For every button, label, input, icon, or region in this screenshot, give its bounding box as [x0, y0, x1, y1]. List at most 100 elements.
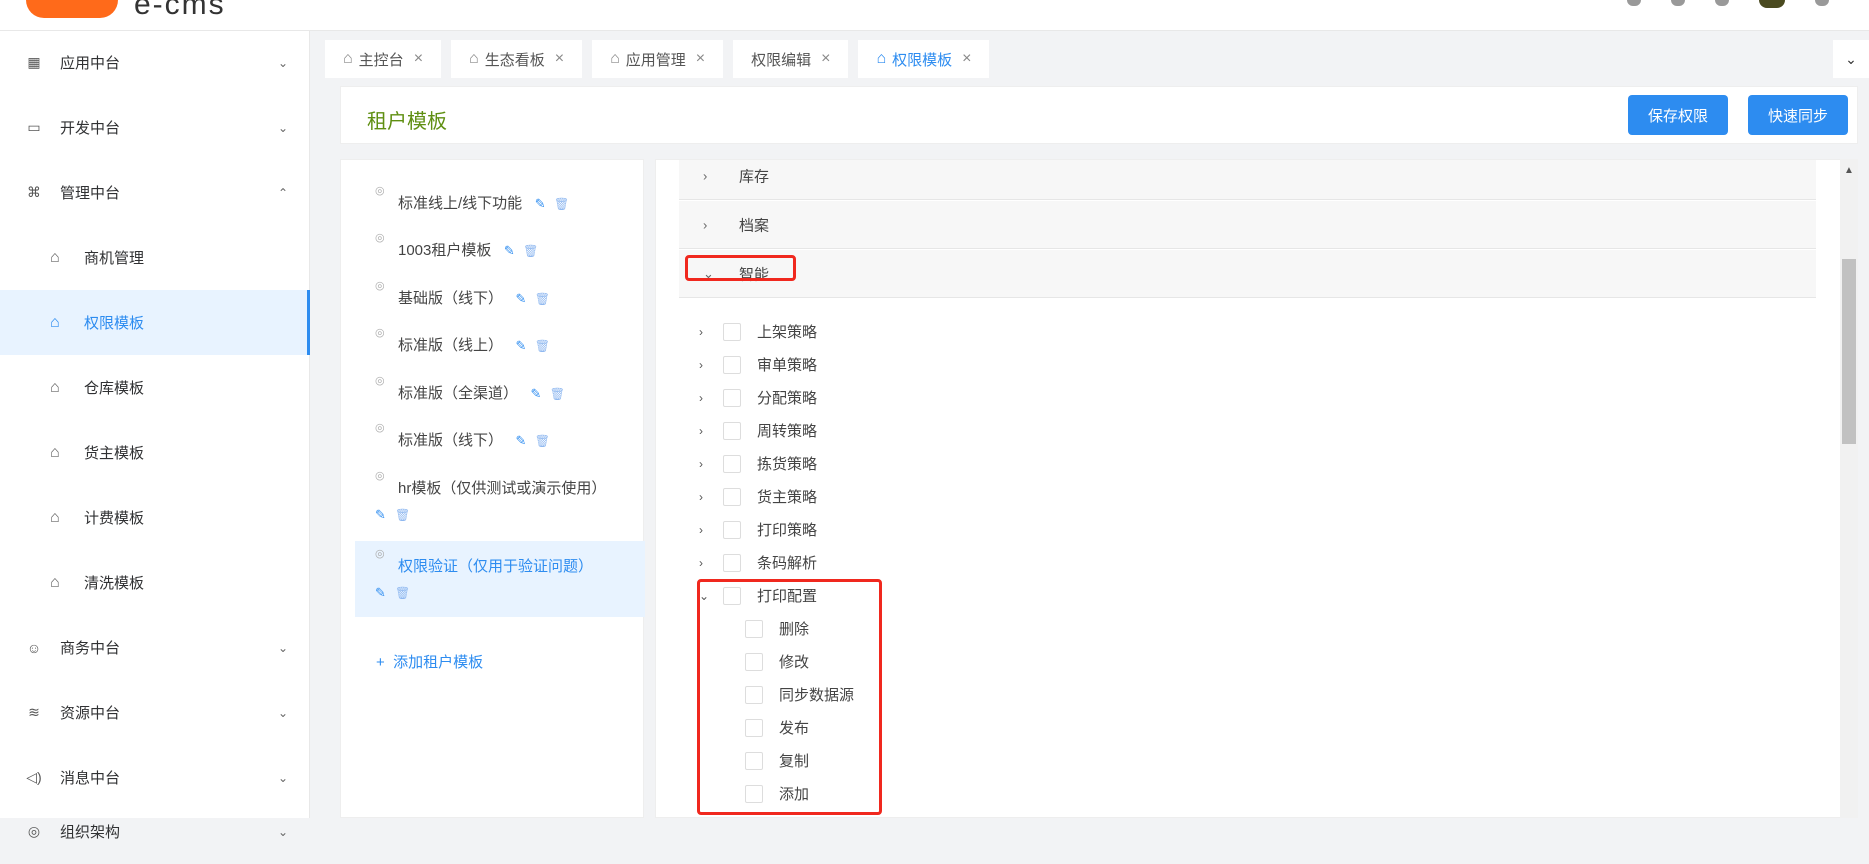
fullscreen-icon[interactable]	[1671, 0, 1685, 6]
category-row-smart[interactable]: ⌄ 智能	[679, 250, 1816, 298]
template-item[interactable]: ◎ 标准版（全渠道） ✎ 🗑	[355, 374, 645, 414]
sidebar-subitem-opportunity[interactable]: ⌂ 商机管理	[0, 225, 310, 290]
close-icon[interactable]: ×	[696, 50, 705, 68]
chevron-down-icon: ⌄	[277, 640, 288, 655]
edit-icon[interactable]: ✎	[516, 291, 527, 306]
tab-label: 权限编辑	[751, 51, 812, 69]
chevron-right-icon[interactable]: ›	[703, 217, 707, 232]
template-item-selected[interactable]: ◎ 权限验证（仅用于验证问题） ✎ 🗑	[355, 541, 645, 617]
help-icon[interactable]	[1627, 0, 1641, 6]
tree-node[interactable]: › 拣货策略	[699, 447, 817, 480]
tab-label: 权限模板	[892, 51, 953, 69]
tree-node[interactable]: › 打印策略	[699, 513, 817, 546]
edit-icon[interactable]: ✎	[516, 338, 527, 353]
tab-permission-edit[interactable]: 权限编辑 ×	[733, 40, 849, 78]
app-logo-text: e-cms	[134, 0, 226, 21]
scroll-up-icon[interactable]: ▲	[1840, 165, 1858, 176]
tree-node[interactable]: › 条码解析	[699, 546, 817, 579]
vertical-scrollbar[interactable]: ▲	[1840, 159, 1858, 818]
sidebar-subitem-label: 清洗模板	[84, 575, 145, 592]
edit-icon[interactable]: ✎	[375, 507, 386, 523]
category-row-archive[interactable]: › 档案	[679, 201, 1816, 249]
tree-node[interactable]: › 分配策略	[699, 381, 817, 414]
sidebar-item-org-structure[interactable]: ◎ 组织架构 ⌄	[0, 799, 310, 864]
checkbox[interactable]	[723, 355, 741, 374]
delete-icon[interactable]: 🗑	[554, 197, 569, 211]
delete-icon[interactable]: 🗑	[535, 339, 550, 353]
delete-icon[interactable]: 🗑	[535, 292, 550, 306]
checkbox[interactable]	[723, 487, 741, 506]
close-icon[interactable]: ×	[821, 50, 830, 68]
tree-node[interactable]: › 审单策略	[699, 348, 817, 381]
edit-icon[interactable]: ✎	[504, 243, 515, 258]
tab-eco-board[interactable]: ⌂ 生态看板 ×	[451, 40, 583, 78]
template-item[interactable]: ◎ 标准版（线上） ✎ 🗑	[355, 326, 645, 366]
avatar[interactable]	[1759, 0, 1785, 8]
close-icon[interactable]: ×	[555, 50, 564, 68]
user-menu-icon[interactable]	[1815, 0, 1829, 6]
checkbox[interactable]	[723, 454, 741, 473]
chevron-right-icon[interactable]: ›	[699, 523, 723, 537]
checkbox[interactable]	[723, 520, 741, 539]
tree-node-label: 拣货策略	[757, 456, 818, 473]
sidebar-item-resource-center[interactable]: ≋ 资源中台 ⌄	[0, 680, 310, 745]
edit-icon[interactable]: ✎	[531, 386, 542, 401]
module-icon: ⌂	[876, 50, 887, 67]
sidebar-item-dev-center[interactable]: ▭ 开发中台 ⌄	[0, 95, 310, 160]
chevron-right-icon[interactable]: ›	[699, 391, 723, 405]
sidebar-subitem-label: 货主模板	[84, 445, 145, 462]
edit-icon[interactable]: ✎	[375, 585, 386, 601]
scrollbar-thumb[interactable]	[1842, 259, 1856, 444]
template-item[interactable]: ◎ 标准线上/线下功能 ✎ 🗑	[355, 184, 645, 224]
delete-icon[interactable]: 🗑	[550, 387, 565, 401]
close-icon[interactable]: ×	[414, 50, 423, 68]
edit-icon[interactable]: ✎	[535, 196, 546, 211]
quick-sync-button[interactable]: 快速同步	[1748, 95, 1848, 135]
chevron-right-icon[interactable]: ›	[699, 325, 723, 339]
checkbox[interactable]	[723, 322, 741, 341]
category-row-inventory[interactable]: › 库存	[679, 160, 1816, 200]
sidebar-item-app-center[interactable]: ▦ 应用中台 ⌄	[0, 30, 310, 95]
chevron-right-icon[interactable]: ›	[699, 358, 723, 372]
notification-icon[interactable]	[1715, 0, 1729, 6]
sidebar-subitem-warehouse-template[interactable]: ⌂ 仓库模板	[0, 355, 310, 420]
chevron-right-icon[interactable]: ›	[699, 424, 723, 438]
tab-app-management[interactable]: ⌂ 应用管理 ×	[592, 40, 724, 78]
delete-icon[interactable]: 🗑	[535, 434, 550, 448]
delete-icon[interactable]: 🗑	[523, 244, 538, 258]
chevron-right-icon[interactable]: ›	[703, 168, 707, 183]
sidebar-subitem-cleaning-template[interactable]: ⌂ 清洗模板	[0, 550, 310, 615]
template-item[interactable]: ◎ hr模板（仅供测试或演示使用） ✎ 🗑	[355, 469, 645, 539]
checkbox[interactable]	[723, 421, 741, 440]
tree-node[interactable]: › 周转策略	[699, 414, 817, 447]
tree-node-label: 审单策略	[757, 357, 818, 374]
sidebar-subitem-permission-template[interactable]: ⌂ 权限模板	[0, 290, 310, 355]
sidebar-subitem-billing-template[interactable]: ⌂ 计费模板	[0, 485, 310, 550]
delete-icon[interactable]: 🗑	[395, 508, 410, 522]
add-template-button[interactable]: + 添加租户模板	[376, 651, 483, 672]
tree-node-label: 周转策略	[757, 423, 818, 440]
checkbox[interactable]	[723, 553, 741, 572]
chevron-right-icon[interactable]: ›	[699, 556, 723, 570]
tab-console[interactable]: ⌂ 主控台 ×	[325, 40, 442, 78]
tab-permission-template[interactable]: ⌂ 权限模板 ×	[858, 40, 990, 78]
template-item[interactable]: ◎ 基础版（线下） ✎ 🗑	[355, 279, 645, 319]
edit-icon[interactable]: ✎	[516, 433, 527, 448]
chevron-right-icon[interactable]: ›	[699, 457, 723, 471]
close-icon[interactable]: ×	[962, 50, 971, 68]
tree-node[interactable]: › 上架策略	[699, 315, 817, 348]
tree-node[interactable]: › 货主策略	[699, 480, 817, 513]
tabs-dropdown-button[interactable]: ⌄	[1833, 40, 1869, 78]
chevron-right-icon[interactable]: ›	[699, 490, 723, 504]
sidebar-item-business-center[interactable]: ☺ 商务中台 ⌄	[0, 615, 310, 680]
delete-icon[interactable]: 🗑	[395, 586, 410, 600]
app-logo[interactable]	[26, 0, 118, 18]
sidebar-item-admin-center[interactable]: ⌘ 管理中台 ⌃	[0, 160, 310, 225]
template-name: 标准版（线下） ✎ 🗑	[398, 432, 551, 449]
save-permission-button[interactable]: 保存权限	[1628, 95, 1728, 135]
template-item[interactable]: ◎ 1003租户模板 ✎ 🗑	[355, 231, 645, 271]
checkbox[interactable]	[723, 388, 741, 407]
template-item[interactable]: ◎ 标准版（线下） ✎ 🗑	[355, 421, 645, 461]
grid-icon: ▦	[27, 54, 41, 70]
sidebar-subitem-owner-template[interactable]: ⌂ 货主模板	[0, 420, 310, 485]
